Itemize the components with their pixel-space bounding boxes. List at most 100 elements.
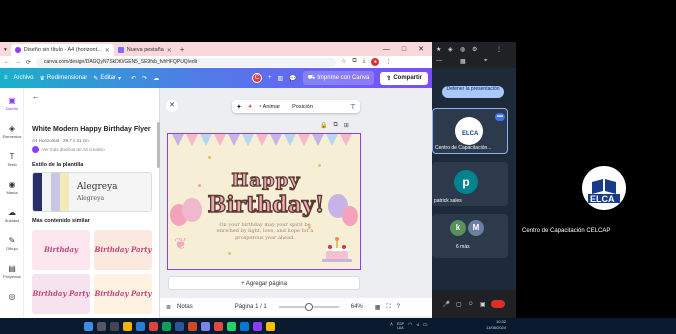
similar-thumb[interactable]: Birthday [32, 230, 90, 270]
grid-view-icon[interactable]: ▦ [375, 304, 381, 311]
edge-icon[interactable] [136, 321, 145, 331]
chevron-up-icon[interactable]: ˄ [390, 322, 393, 330]
lock-icon[interactable]: 🔒 [320, 122, 327, 129]
stop-presenting-button[interactable]: Detener la presentación [442, 86, 504, 98]
rail-item-design[interactable]: ▣ Diseño [0, 96, 24, 111]
app-icon[interactable] [214, 321, 223, 331]
zoom-slider[interactable] [278, 303, 339, 311]
extensions-icon[interactable]: ⧉ [352, 58, 356, 66]
url-field[interactable]: canva.com/design/DAGQyN7SkDt0/GEN5_SE9fs… [36, 57, 337, 67]
rail-item-text[interactable]: T Texto [0, 152, 24, 167]
participant-tile[interactable]: k M 6 más [432, 214, 508, 258]
volume-icon[interactable]: ◃ [416, 322, 419, 330]
rail-item-elements[interactable]: ◈ Elementos [0, 124, 24, 139]
reload-icon[interactable]: ⟳ [26, 59, 31, 66]
collaborator-avatar[interactable]: C [252, 73, 263, 83]
animate-button[interactable]: ◔ Animar [258, 104, 280, 110]
close-window-icon[interactable]: ✕ [418, 45, 424, 53]
flyer-happy-text[interactable]: Happy [218, 169, 314, 191]
undo-icon[interactable]: ↶ [131, 75, 136, 82]
bookmark-star-icon[interactable]: ☆ [341, 58, 346, 66]
browser-tab-new[interactable]: Nueva pestaña ✕ [114, 44, 176, 56]
browser-menu-icon[interactable]: ⋮ [385, 58, 391, 66]
paint-roller-icon[interactable]: ⊤ [350, 103, 356, 111]
word-icon[interactable] [175, 321, 184, 331]
camera-icon[interactable]: ▢ [456, 301, 462, 308]
participant-tile[interactable]: ELCA ••• Centro de Capacitación... [432, 108, 508, 154]
resize-button[interactable]: ♛ Redimensionar [40, 75, 88, 82]
page-indicator[interactable]: Página 1 / 1 [235, 304, 267, 310]
zoom-level[interactable]: 64% [351, 304, 363, 310]
forward-arrow-icon[interactable]: → [15, 59, 21, 65]
back-arrow-icon[interactable]: ← [32, 92, 40, 101]
help-icon[interactable]: ? [397, 304, 400, 310]
zoom-slider-thumb[interactable] [304, 303, 313, 311]
pin-icon[interactable]: ⌖ [484, 58, 487, 65]
redo-icon[interactable]: ↷ [142, 75, 147, 82]
wifi-icon[interactable]: ◠ [408, 322, 412, 330]
task-view-icon[interactable] [110, 321, 119, 331]
windows-start-icon[interactable] [84, 321, 93, 331]
clock[interactable]: 10:32 11/06/2024 [486, 319, 506, 331]
duplicate-icon[interactable]: ⧉ [333, 122, 337, 129]
back-arrow-icon[interactable]: ← [4, 59, 10, 65]
teams-icon[interactable] [201, 321, 210, 331]
flyer-message[interactable]: On your birthday may your spirit be enri… [210, 222, 320, 241]
powerpoint-icon[interactable] [188, 321, 197, 331]
rail-item-projects[interactable]: ▤ Proyectos [0, 264, 24, 279]
profile-avatar[interactable]: ● [371, 58, 380, 66]
add-collaborator-icon[interactable]: + [268, 75, 272, 81]
mic-icon[interactable]: 🎤 [443, 301, 450, 308]
close-panel-icon[interactable]: ✕ [166, 100, 178, 112]
tab-menu-icon[interactable]: ▾ [0, 44, 11, 56]
excel-icon[interactable] [162, 321, 171, 331]
reactions-icon[interactable]: ☺ [468, 301, 474, 307]
minimize-icon[interactable]: — [383, 46, 390, 53]
whatsapp-icon[interactable] [227, 321, 236, 331]
color-wheel-icon[interactable]: ◕ [248, 103, 252, 110]
people-icon[interactable]: ◍ [460, 46, 465, 53]
cloud-saved-icon[interactable]: ☁ [153, 75, 159, 82]
close-tab-icon[interactable]: ✕ [105, 47, 110, 54]
app-icon[interactable] [266, 321, 275, 331]
rail-item-apps[interactable]: ◎ [0, 292, 24, 302]
fullscreen-icon[interactable]: ⛶ [386, 304, 390, 311]
canva-icon[interactable] [253, 321, 262, 331]
end-call-button[interactable] [491, 300, 506, 308]
hamburger-icon[interactable]: ≡ [4, 75, 8, 81]
search-icon[interactable] [97, 321, 106, 331]
extension-icon[interactable]: ◈ [448, 46, 453, 53]
minimize-icon[interactable]: — [436, 58, 442, 64]
settings-icon[interactable]: ⚙ [472, 46, 477, 53]
similar-thumb[interactable]: Birthday Party [94, 230, 152, 270]
flyer-canvas[interactable]: Happy Birthday! On your birthday may you… [167, 133, 361, 270]
battery-icon[interactable]: ▭ [423, 322, 428, 330]
notes-button[interactable]: Notas [177, 304, 193, 310]
add-page-icon[interactable]: ⊞ [344, 122, 349, 129]
stats-icon[interactable]: ▥ [278, 75, 284, 82]
archivo-menu[interactable]: Archivo [14, 75, 34, 81]
chrome-icon[interactable] [149, 321, 158, 331]
rail-item-draw[interactable]: ✎ Dibujo [0, 236, 24, 251]
participant-tile[interactable]: p patrick sales [432, 162, 508, 206]
magic-icon[interactable]: ✦ [236, 103, 242, 111]
template-author[interactable]: Ver más diseños de Alt creativo [32, 146, 105, 153]
position-button[interactable]: Posición [292, 104, 313, 110]
lang-indicator[interactable]: ESP LAA [397, 322, 404, 330]
print-button[interactable]: ⛟ Imprime con Canva [302, 71, 375, 85]
mail-icon[interactable] [240, 321, 249, 331]
more-options-icon[interactable]: ••• [495, 113, 505, 121]
star-icon[interactable]: ★ [436, 46, 441, 53]
flyer-birthday-text[interactable]: Birthday! [198, 191, 334, 218]
file-explorer-icon[interactable] [123, 321, 132, 331]
present-icon[interactable]: ▣ [480, 301, 486, 308]
new-tab-icon[interactable]: + [176, 44, 189, 56]
comment-icon[interactable]: 💬 [289, 75, 296, 82]
rail-item-uploads[interactable]: ☁ Subidos [0, 208, 24, 223]
grid-icon[interactable]: ▦ [460, 58, 466, 65]
share-button[interactable]: ⇧ Compartir [380, 71, 428, 85]
menu-icon[interactable]: ⋮ [496, 46, 502, 53]
edit-dropdown[interactable]: ✎ Editar ▾ [93, 75, 121, 82]
browser-tab-canva[interactable]: Diseño sin título - A4 (horizont... ✕ [10, 44, 114, 56]
download-icon[interactable]: ⤓ [363, 58, 366, 66]
